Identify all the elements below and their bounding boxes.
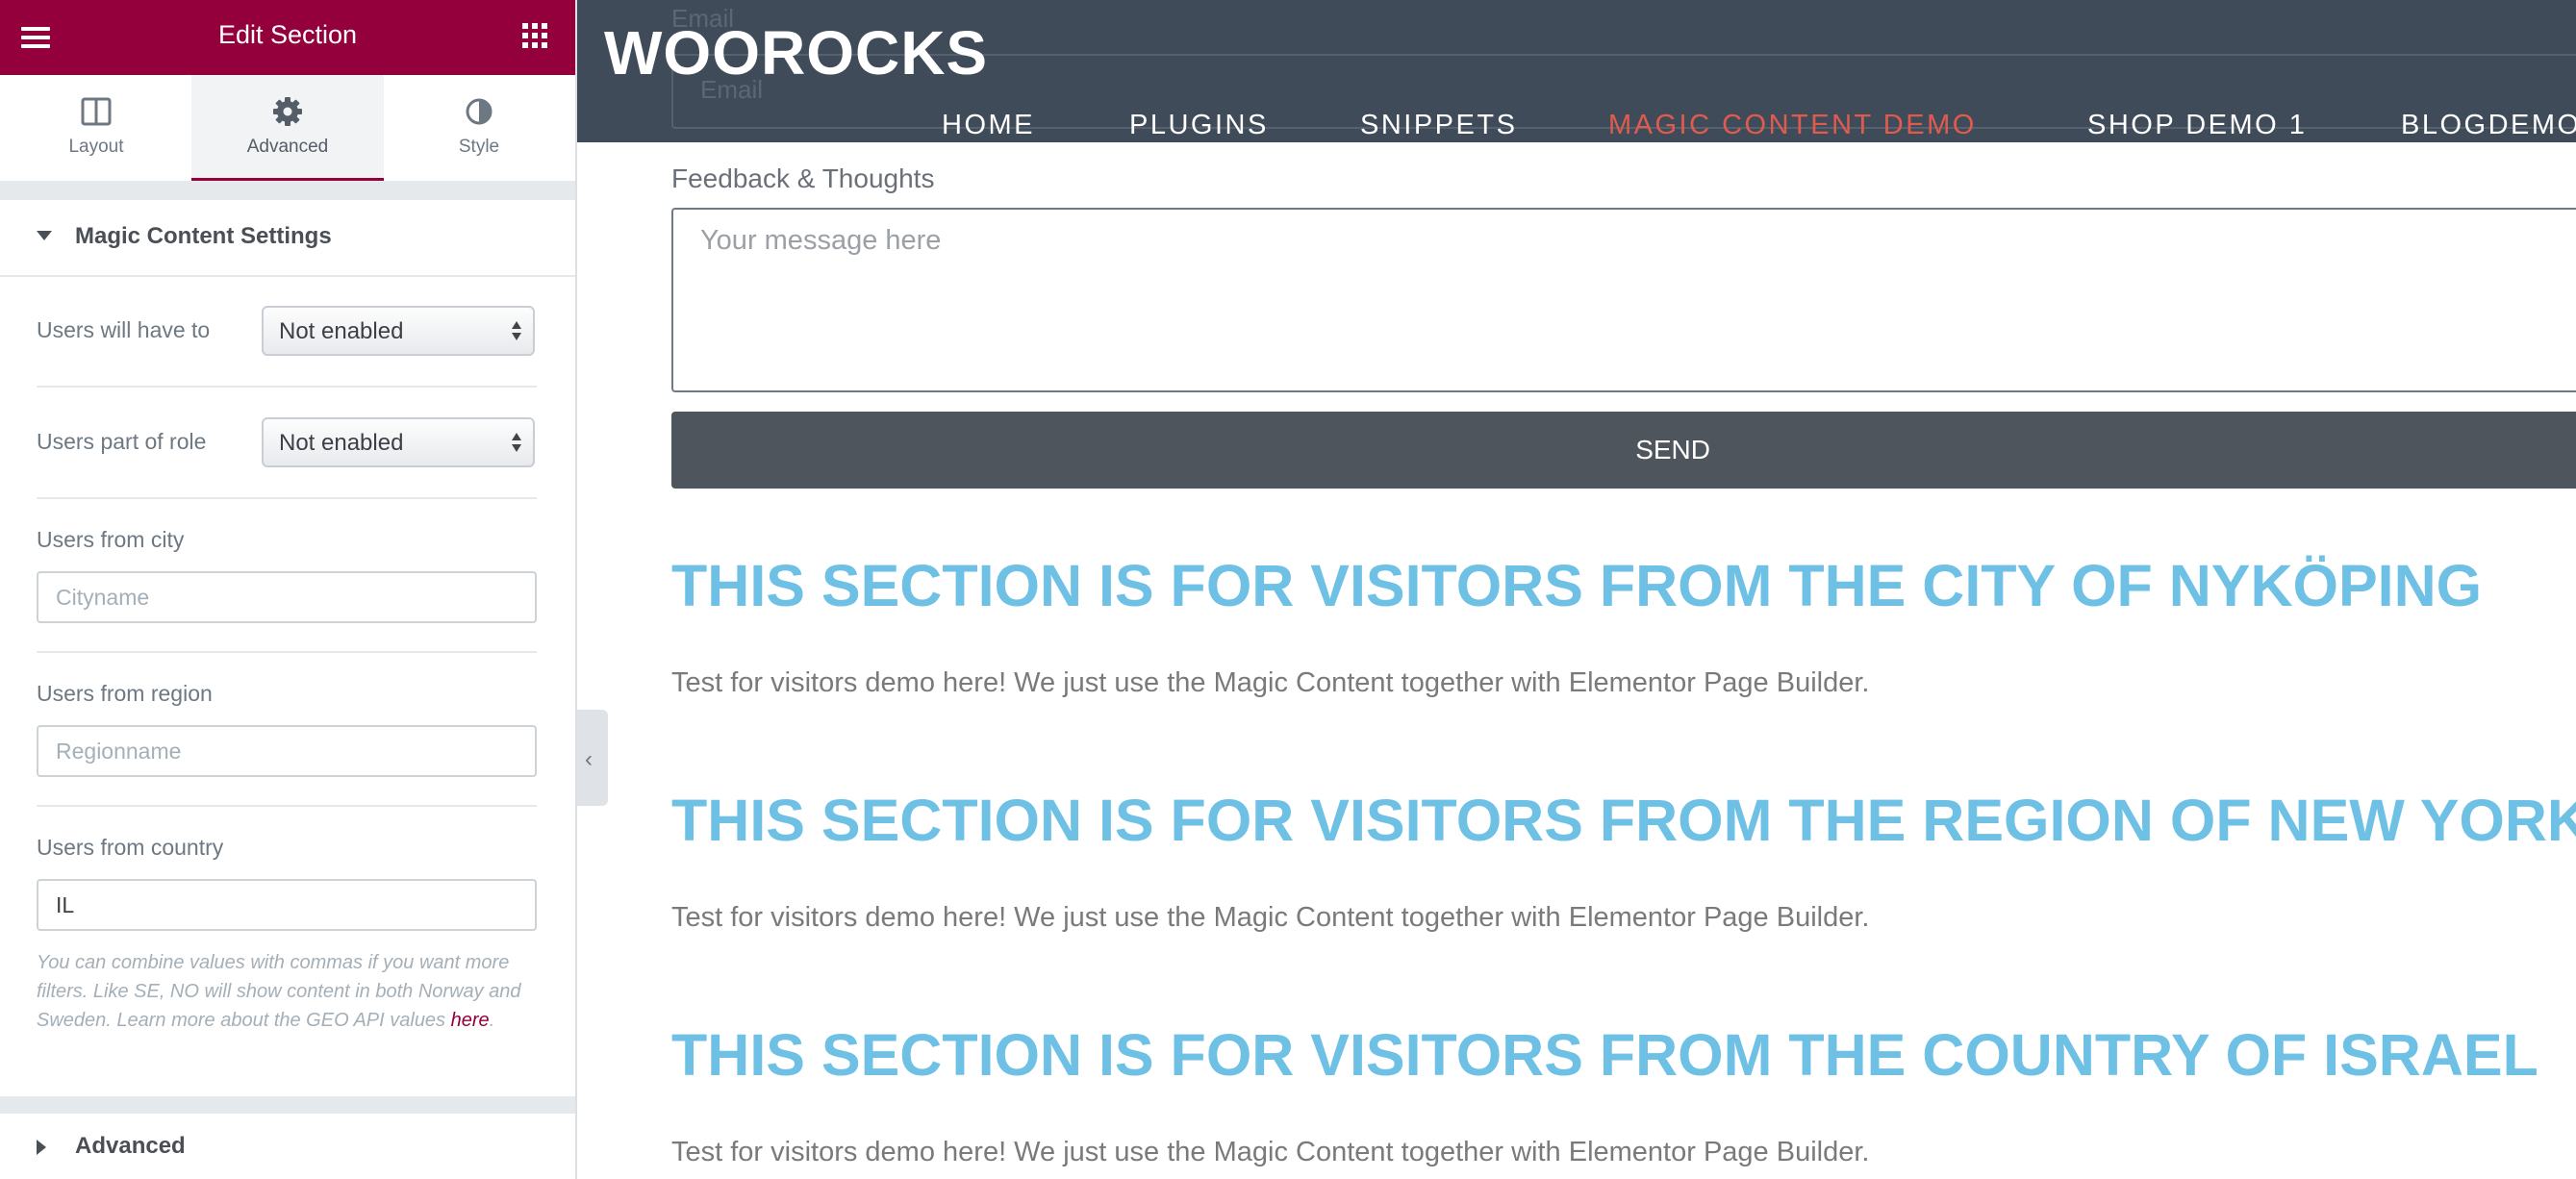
geo-api-link[interactable]: here: [451, 1010, 490, 1031]
geo-help-body: You can combine values with commas if yo…: [37, 952, 521, 1031]
tab-layout-label: Layout: [68, 137, 124, 157]
nav-shop-demo-1[interactable]: SHOP DEMO 1: [2087, 110, 2307, 141]
site-logo[interactable]: WOOROCKS: [604, 17, 988, 88]
geo-help-end: .: [489, 1010, 495, 1031]
users-from-country-input[interactable]: [37, 879, 537, 931]
nav-blogdemo[interactable]: BLOGDEMO: [2401, 110, 2576, 141]
users-will-have-to-select[interactable]: Not enabled: [262, 306, 535, 356]
panel-header: Edit Section: [0, 0, 575, 75]
caret-down-icon: [37, 231, 52, 240]
advanced-section-toggle[interactable]: Advanced: [0, 1114, 575, 1179]
advanced-section-title: Advanced: [75, 1133, 186, 1159]
section-heading-country: THIS SECTION IS FOR VISITORS FROM THE CO…: [671, 1022, 2538, 1088]
nav-plugins[interactable]: PLUGINS: [1129, 110, 1269, 141]
caret-right-icon: [37, 1140, 46, 1155]
users-from-city-label: Users from city: [37, 527, 185, 552]
section-text-country: Test for visitors demo here! We just use…: [671, 1137, 1870, 1167]
tab-style-label: Style: [458, 137, 500, 157]
chevron-left-icon: ‹: [585, 746, 593, 772]
tab-layout[interactable]: Layout: [0, 75, 192, 177]
section-heading-city: THIS SECTION IS FOR VISITORS FROM THE CI…: [671, 553, 2483, 618]
field-divider: [37, 805, 537, 807]
editor-panel: Edit Section Layout Advanced Style Magic…: [0, 0, 577, 1179]
magic-content-settings-toggle[interactable]: Magic Content Settings: [0, 200, 575, 277]
magic-content-settings-title: Magic Content Settings: [75, 223, 332, 249]
site-header: Email Email WOOROCKS HOME PLUGINS SNIPPE…: [577, 0, 2576, 142]
feedback-textarea[interactable]: [671, 208, 2576, 392]
field-divider: [37, 386, 537, 388]
section-heading-region: THIS SECTION IS FOR VISITORS FROM THE RE…: [671, 788, 2576, 853]
nav-snippets[interactable]: SNIPPETS: [1360, 110, 1517, 141]
tab-style[interactable]: Style: [383, 75, 575, 177]
collapse-panel-button[interactable]: ‹: [577, 710, 608, 806]
panel-title: Edit Section: [217, 20, 358, 49]
field-divider: [37, 651, 537, 653]
field-divider: [37, 497, 537, 499]
grid-apps-icon[interactable]: [522, 23, 549, 50]
section-separator: [0, 181, 575, 200]
half-circle-style-icon: [466, 98, 492, 125]
users-will-have-to-value: Not enabled: [279, 318, 404, 344]
gear-icon: [273, 97, 302, 126]
tab-advanced[interactable]: Advanced: [191, 75, 384, 183]
section-text-city: Test for visitors demo here! We just use…: [671, 667, 1870, 698]
select-arrows-icon: [512, 321, 521, 342]
feedback-label: Feedback & Thoughts: [671, 163, 935, 193]
nav-magic-content-demo[interactable]: MAGIC CONTENT DEMO: [1608, 110, 1977, 141]
select-arrows-icon: [512, 433, 521, 454]
users-part-of-role-select[interactable]: Not enabled: [262, 417, 535, 467]
section-separator: [0, 1096, 575, 1114]
users-part-of-role-value: Not enabled: [279, 430, 404, 456]
users-from-city-input[interactable]: [37, 571, 537, 623]
section-text-region: Test for visitors demo here! We just use…: [671, 902, 1870, 933]
users-will-have-to-label: Users will have to: [37, 317, 211, 342]
panel-tabs: Layout Advanced Style: [0, 75, 575, 183]
users-from-region-input[interactable]: [37, 725, 537, 777]
layout-columns-icon: [81, 97, 112, 126]
nav-home[interactable]: HOME: [942, 110, 1035, 141]
users-part-of-role-label: Users part of role: [37, 429, 207, 454]
send-button[interactable]: SEND: [671, 412, 2576, 489]
send-button-label: SEND: [1635, 435, 1710, 464]
geo-help-text: You can combine values with commas if yo…: [37, 948, 546, 1035]
users-from-country-label: Users from country: [37, 835, 224, 860]
tab-advanced-label: Advanced: [246, 137, 329, 157]
users-from-region-label: Users from region: [37, 681, 213, 706]
